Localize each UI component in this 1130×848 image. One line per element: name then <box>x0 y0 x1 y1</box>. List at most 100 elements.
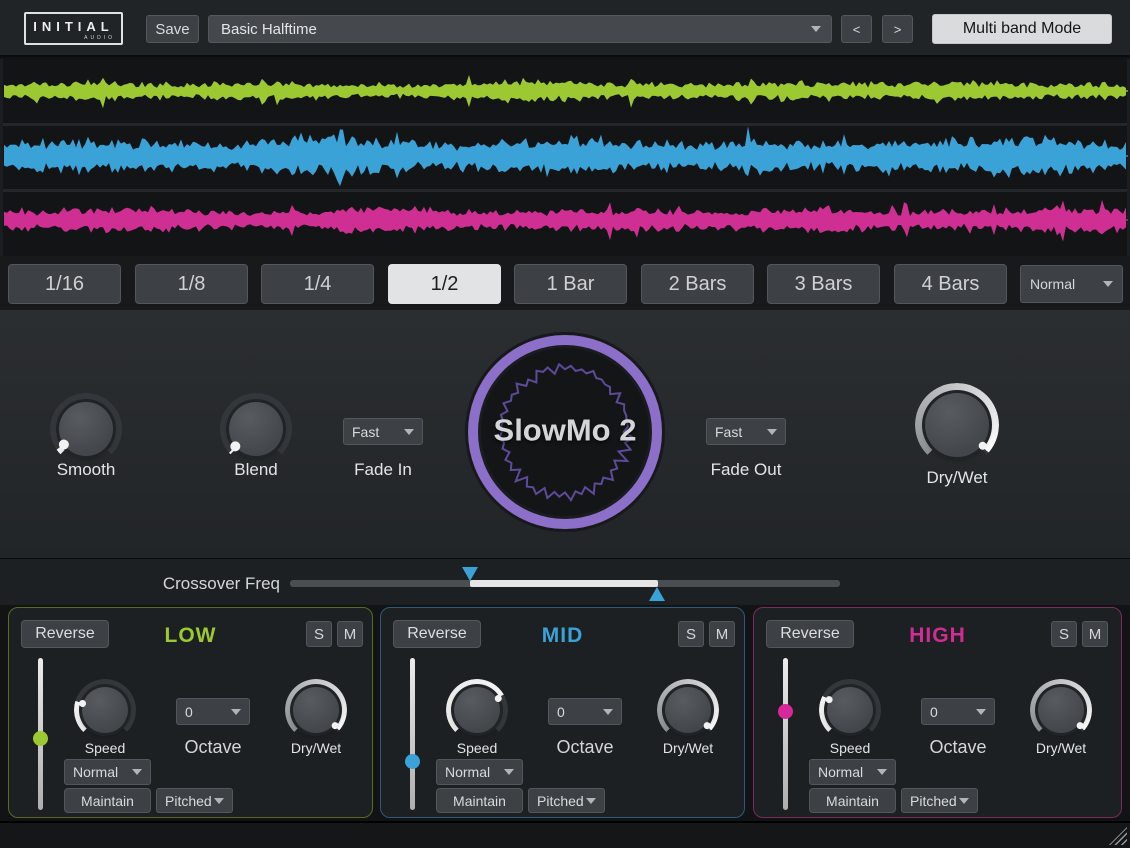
solo-button[interactable]: S <box>306 621 332 647</box>
knob-face <box>454 687 500 733</box>
mute-button[interactable]: M <box>337 621 363 647</box>
maintain-button[interactable]: Maintain <box>436 788 523 813</box>
multi-band-mode-button[interactable]: Multi band Mode <box>932 14 1112 44</box>
octave-value: 0 <box>557 704 565 720</box>
maintain-button[interactable]: Maintain <box>809 788 896 813</box>
save-button[interactable]: Save <box>146 15 199 43</box>
chevron-down-icon <box>214 798 224 804</box>
crossover-section: Crossover Freq <box>0 558 1130 605</box>
logo-subtitle: AUDIO <box>26 35 115 41</box>
pitch-mode-value: Pitched <box>910 793 957 809</box>
rate-button-1-4[interactable]: 1/4 <box>261 264 374 304</box>
logo-title: INITIAL <box>26 19 121 34</box>
band-mode-select[interactable]: Normal <box>436 759 523 785</box>
preset-select[interactable]: Basic Halftime <box>208 15 832 43</box>
solo-button[interactable]: S <box>678 621 704 647</box>
speed-knob[interactable] <box>446 679 508 741</box>
knob-face <box>827 687 873 733</box>
blend-label: Blend <box>196 460 316 480</box>
crossover-mid-high-handle[interactable] <box>649 587 665 601</box>
resize-grip-icon[interactable] <box>1109 827 1127 845</box>
fade-in-select[interactable]: Fast <box>343 418 423 445</box>
plugin-title: SlowMo 2 <box>478 413 652 449</box>
chevron-down-icon <box>404 429 414 435</box>
rate-button-1-16[interactable]: 1/16 <box>8 264 121 304</box>
slider-track <box>410 658 415 810</box>
trigger-mode-select[interactable]: Normal <box>1020 265 1123 303</box>
band-level-slider[interactable] <box>777 658 793 810</box>
maintain-button[interactable]: Maintain <box>64 788 151 813</box>
slider-handle[interactable] <box>778 704 793 719</box>
speed-label: Speed <box>427 740 527 756</box>
band-mode-value: Normal <box>73 764 118 780</box>
fade-in-label: Fade In <box>323 460 443 480</box>
band-panel-high: Reverse HIGH S M Speed 0 Octave <box>753 607 1122 818</box>
band-dry-wet-knob[interactable] <box>1030 679 1092 741</box>
rate-button-2-bars[interactable]: 2 Bars <box>641 264 754 304</box>
dry-wet-label: Dry/Wet <box>897 468 1017 488</box>
mute-button[interactable]: M <box>709 621 735 647</box>
rate-button-3-bars[interactable]: 3 Bars <box>767 264 880 304</box>
pitch-mode-select[interactable]: Pitched <box>156 788 233 813</box>
chevron-down-icon <box>877 769 887 775</box>
solo-button[interactable]: S <box>1051 621 1077 647</box>
rate-button-1-2[interactable]: 1/2 <box>388 264 501 304</box>
lane-divider <box>3 123 1127 126</box>
blend-knob[interactable] <box>220 393 292 465</box>
octave-select[interactable]: 0 <box>548 698 622 725</box>
speed-label: Speed <box>55 740 155 756</box>
smooth-knob[interactable] <box>50 393 122 465</box>
smooth-label: Smooth <box>26 460 146 480</box>
initial-audio-logo: INITIAL AUDIO <box>24 12 123 45</box>
fade-out-label: Fade Out <box>686 460 806 480</box>
next-preset-button[interactable]: > <box>882 15 913 43</box>
pitch-mode-value: Pitched <box>165 793 212 809</box>
dry-wet-knob[interactable] <box>915 383 999 467</box>
slowmo2-plugin-window: INITIAL AUDIO Save Basic Halftime < > Mu… <box>0 0 1130 848</box>
octave-select[interactable]: 0 <box>921 698 995 725</box>
slowmo2-logo-badge: SlowMo 2 <box>468 335 662 529</box>
waveform-display <box>0 59 1130 256</box>
band-level-slider[interactable] <box>404 658 420 810</box>
band-panels: Reverse LOW S M Speed 0 Octave <box>0 605 1130 821</box>
rate-button-4-bars[interactable]: 4 Bars <box>894 264 1007 304</box>
band-mode-select[interactable]: Normal <box>64 759 151 785</box>
speed-label: Speed <box>800 740 900 756</box>
fade-out-select[interactable]: Fast <box>706 418 786 445</box>
mute-button[interactable]: M <box>1082 621 1108 647</box>
rate-button-1-bar[interactable]: 1 Bar <box>514 264 627 304</box>
knob-face <box>82 687 128 733</box>
slider-handle[interactable] <box>405 754 420 769</box>
chevron-down-icon <box>767 429 777 435</box>
slider-handle[interactable] <box>33 731 48 746</box>
speed-knob[interactable] <box>819 679 881 741</box>
band-mode-value: Normal <box>818 764 863 780</box>
band-dry-wet-knob[interactable] <box>285 679 347 741</box>
chevron-down-icon <box>1103 281 1113 287</box>
chevron-down-icon <box>603 709 613 715</box>
fade-out-value: Fast <box>715 424 742 440</box>
chevron-down-icon <box>811 26 821 32</box>
rate-button-1-8[interactable]: 1/8 <box>135 264 248 304</box>
previous-preset-button[interactable]: < <box>841 15 872 43</box>
chevron-down-icon <box>132 769 142 775</box>
slider-track <box>783 658 788 810</box>
pitch-mode-select[interactable]: Pitched <box>901 788 978 813</box>
preset-value: Basic Halftime <box>221 21 317 38</box>
lane-divider <box>3 189 1127 192</box>
pitch-mode-select[interactable]: Pitched <box>528 788 605 813</box>
crossover-low-mid-handle[interactable] <box>462 567 478 581</box>
crossover-freq-label: Crossover Freq <box>100 574 280 594</box>
band-level-slider[interactable] <box>32 658 48 810</box>
band-dry-wet-label: Dry/Wet <box>1011 740 1111 756</box>
crossover-slider-track[interactable] <box>290 580 840 587</box>
band-dry-wet-label: Dry/Wet <box>638 740 738 756</box>
trigger-mode-value: Normal <box>1030 276 1075 292</box>
band-mode-select[interactable]: Normal <box>809 759 896 785</box>
knob-indicator <box>78 699 87 708</box>
octave-select[interactable]: 0 <box>176 698 250 725</box>
band-dry-wet-knob[interactable] <box>657 679 719 741</box>
chevron-down-icon <box>231 709 241 715</box>
speed-knob[interactable] <box>74 679 136 741</box>
octave-value: 0 <box>930 704 938 720</box>
